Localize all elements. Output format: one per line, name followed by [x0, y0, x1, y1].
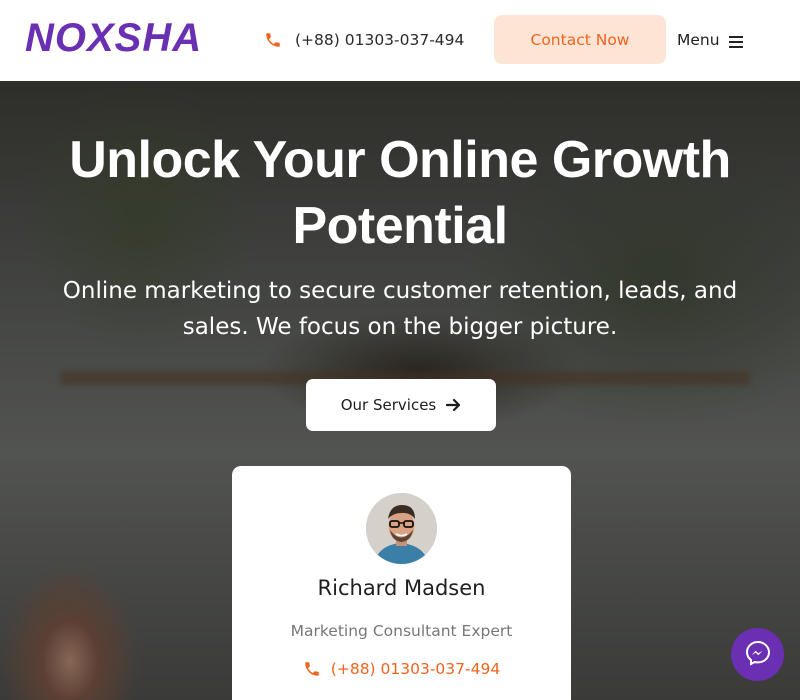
site-header: NOXSHA (+88) 01303-037-494 Contact Now M… [0, 0, 800, 81]
consultant-phone-number[interactable]: (+88) 01303-037-494 [331, 660, 500, 678]
contact-now-button[interactable]: Contact Now [494, 15, 666, 64]
hamburger-icon [728, 34, 743, 48]
consultant-role: Marketing Consultant Expert [290, 622, 513, 640]
hero-subtitle: Online marketing to secure customer rete… [62, 278, 738, 340]
header-phone-number[interactable]: (+88) 01303-037-494 [295, 31, 464, 49]
our-services-button[interactable]: Our Services [306, 379, 496, 431]
header-phone[interactable]: (+88) 01303-037-494 [264, 28, 464, 52]
consultant-name: Richard Madsen [317, 576, 486, 600]
logo-text: NOXSHA [25, 16, 203, 60]
consultant-phone[interactable]: (+88) 01303-037-494 [232, 660, 571, 678]
messenger-chat-button[interactable] [731, 628, 784, 681]
arrow-right-icon [446, 398, 461, 412]
our-services-label: Our Services [340, 396, 437, 414]
avatar [366, 493, 437, 564]
phone-icon [303, 660, 321, 678]
menu-button[interactable]: Menu [677, 29, 743, 51]
phone-icon [264, 31, 282, 49]
messenger-icon [744, 639, 772, 671]
hero-section: Unlock Your Online Growth Potential Onli… [0, 81, 800, 700]
menu-label: Menu [677, 31, 720, 49]
consultant-card: Richard Madsen Marketing Consultant Expe… [232, 466, 571, 700]
hero-title: Unlock Your Online Growth Potential [69, 131, 731, 255]
logo[interactable]: NOXSHA [25, 18, 225, 58]
